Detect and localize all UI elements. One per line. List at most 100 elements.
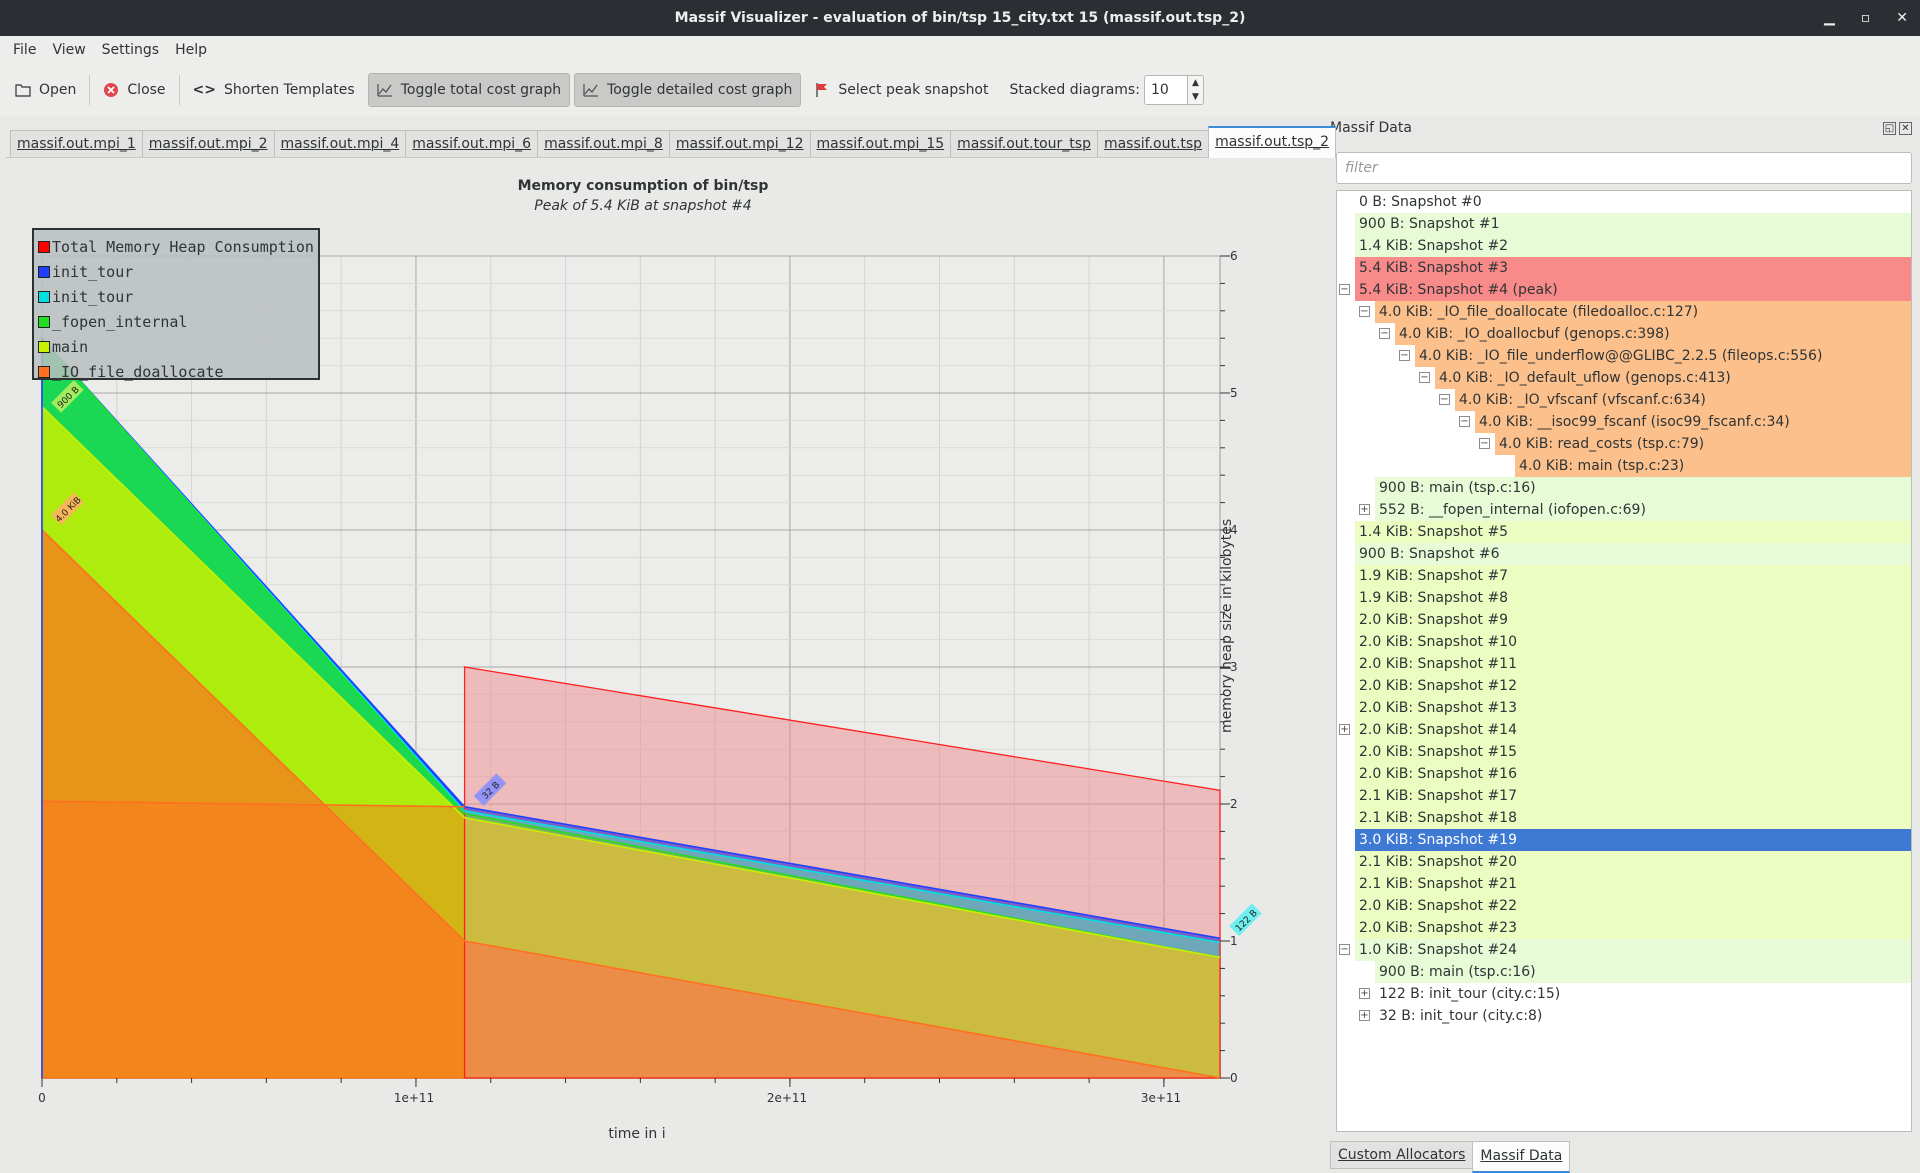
tree-row[interactable]: 2.0 KiB: Snapshot #23 [1337, 917, 1911, 939]
tree-row[interactable]: 4.0 KiB: main (tsp.c:23) [1337, 455, 1911, 477]
tree-row[interactable]: 0 B: Snapshot #0 [1337, 191, 1911, 213]
tree-row-label: 4.0 KiB: _IO_file_doallocate (filedoallo… [1375, 301, 1911, 323]
x-axis-label: time in i [608, 1126, 666, 1142]
tree-row[interactable]: +552 B: __fopen_internal (iofopen.c:69) [1337, 499, 1911, 521]
y-tick-label: 2 [1230, 797, 1238, 811]
snapshot-tree[interactable]: 0 B: Snapshot #0 900 B: Snapshot #1 1.4 Ki… [1336, 190, 1912, 1132]
close-window-icon[interactable]: ✕ [1896, 0, 1908, 36]
legend-label: init_tour [52, 262, 134, 281]
float-dock-icon[interactable]: ◱ [1883, 122, 1896, 135]
tree-row[interactable]: −4.0 KiB: _IO_file_underflow@@GLIBC_2.2.… [1337, 345, 1911, 367]
expand-icon[interactable]: + [1359, 504, 1370, 515]
tree-row[interactable]: 2.0 KiB: Snapshot #11 [1337, 653, 1911, 675]
tab-massif-out-mpi-4[interactable]: massif.out.mpi_4 [273, 130, 407, 158]
tab-massif-out-mpi-15[interactable]: massif.out.mpi_15 [809, 130, 952, 158]
tree-row[interactable]: −4.0 KiB: _IO_default_uflow (genops.c:41… [1337, 367, 1911, 389]
tree-row[interactable]: 1.4 KiB: Snapshot #2 [1337, 235, 1911, 257]
tree-row[interactable]: 2.0 KiB: Snapshot #22 [1337, 895, 1911, 917]
expand-icon[interactable]: + [1359, 988, 1370, 999]
tree-row[interactable]: −4.0 KiB: _IO_vfscanf (vfscanf.c:634) [1337, 389, 1911, 411]
tree-row[interactable]: 1.4 KiB: Snapshot #5 [1337, 521, 1911, 543]
tree-row[interactable]: 2.0 KiB: Snapshot #15 [1337, 741, 1911, 763]
tree-row[interactable]: −4.0 KiB: _IO_file_doallocate (filedoall… [1337, 301, 1911, 323]
tree-row-label: 2.1 KiB: Snapshot #21 [1355, 873, 1911, 895]
menu-view[interactable]: View [47, 39, 90, 61]
tree-row[interactable]: 2.1 KiB: Snapshot #21 [1337, 873, 1911, 895]
tree-row[interactable]: 2.0 KiB: Snapshot #13 [1337, 697, 1911, 719]
menu-settings[interactable]: Settings [97, 39, 164, 61]
tab-massif-out-tsp[interactable]: massif.out.tsp [1096, 130, 1210, 158]
open-button[interactable]: Open [6, 73, 85, 107]
tab-massif-out-mpi-8[interactable]: massif.out.mpi_8 [537, 130, 670, 158]
toolbar-separator [89, 75, 91, 105]
close-button[interactable]: Close [94, 73, 174, 107]
tree-row[interactable]: 2.1 KiB: Snapshot #18 [1337, 807, 1911, 829]
close-button-label: Close [127, 82, 166, 98]
tree-row[interactable]: 1.9 KiB: Snapshot #8 [1337, 587, 1911, 609]
tree-row[interactable]: 2.0 KiB: Snapshot #12 [1337, 675, 1911, 697]
shorten-templates-button[interactable]: <> Shorten Templates [184, 73, 364, 107]
collapse-icon[interactable]: − [1439, 394, 1450, 405]
collapse-icon[interactable]: − [1459, 416, 1470, 427]
tab-massif-out-mpi-1[interactable]: massif.out.mpi_1 [10, 130, 143, 158]
menu-help[interactable]: Help [170, 39, 212, 61]
spin-down-icon[interactable]: ▼ [1188, 90, 1203, 104]
legend-item: _fopen_internal [38, 309, 318, 334]
tree-row[interactable]: −4.0 KiB: read_costs (tsp.c:79) [1337, 433, 1911, 455]
maximize-icon[interactable]: ▫ [1861, 0, 1871, 36]
menu-file[interactable]: File [8, 39, 41, 61]
tree-row[interactable]: 900 B: Snapshot #6 [1337, 543, 1911, 565]
select-peak-button[interactable]: Select peak snapshot [805, 73, 997, 107]
tree-row[interactable]: 1.9 KiB: Snapshot #7 [1337, 565, 1911, 587]
massif-data-dock: Massif Data ◱ ✕ filter 0 B: Snapshot #0 9… [1324, 118, 1920, 1173]
collapse-icon[interactable]: − [1339, 944, 1350, 955]
tab-massif-out-mpi-2[interactable]: massif.out.mpi_2 [141, 130, 275, 158]
tree-row-label: 900 B: Snapshot #6 [1355, 543, 1911, 565]
tree-row[interactable]: 2.0 KiB: Snapshot #9 [1337, 609, 1911, 631]
tree-row[interactable]: +122 B: init_tour (city.c:15) [1337, 983, 1911, 1005]
tree-row[interactable]: 2.0 KiB: Snapshot #16 [1337, 763, 1911, 785]
tree-row[interactable]: −5.4 KiB: Snapshot #4 (peak) [1337, 279, 1911, 301]
expand-icon[interactable]: + [1339, 724, 1350, 735]
collapse-icon[interactable]: − [1479, 438, 1490, 449]
stacked-diagrams-input[interactable]: 10 [1143, 75, 1188, 105]
collapse-icon[interactable]: − [1359, 306, 1370, 317]
tree-row[interactable]: 2.0 KiB: Snapshot #10 [1337, 631, 1911, 653]
expand-icon[interactable]: + [1359, 1010, 1370, 1021]
tab-massif-out-mpi-12[interactable]: massif.out.mpi_12 [668, 130, 811, 158]
collapse-icon[interactable]: − [1419, 372, 1430, 383]
tree-row[interactable]: −4.0 KiB: _IO_doallocbuf (genops.c:398) [1337, 323, 1911, 345]
collapse-icon[interactable]: − [1399, 350, 1410, 361]
minimize-icon[interactable]: ▁ [1824, 0, 1835, 36]
tree-row-label: 1.9 KiB: Snapshot #7 [1355, 565, 1911, 587]
spin-up-icon[interactable]: ▲ [1188, 76, 1203, 90]
tree-row[interactable]: 900 B: main (tsp.c:16) [1337, 477, 1911, 499]
tree-row[interactable]: −4.0 KiB: __isoc99_fscanf (isoc99_fscanf… [1337, 411, 1911, 433]
tab-massif-out-tour-tsp[interactable]: massif.out.tour_tsp [950, 130, 1098, 158]
toggle-total-cost-button[interactable]: Toggle total cost graph [367, 73, 571, 107]
tree-row[interactable]: 2.1 KiB: Snapshot #20 [1337, 851, 1911, 873]
tree-row[interactable]: 5.4 KiB: Snapshot #3 [1337, 257, 1911, 279]
menu-bar: File View Settings Help [0, 36, 1920, 64]
tab-massif-out-mpi-6[interactable]: massif.out.mpi_6 [405, 130, 539, 158]
tree-row[interactable]: 2.1 KiB: Snapshot #17 [1337, 785, 1911, 807]
tree-row[interactable]: +2.0 KiB: Snapshot #14 [1337, 719, 1911, 741]
tab-massif-data[interactable]: Massif Data [1472, 1141, 1571, 1173]
collapse-icon[interactable]: − [1339, 284, 1350, 295]
close-dock-icon[interactable]: ✕ [1899, 122, 1912, 135]
filter-input[interactable]: filter [1336, 152, 1912, 184]
tab-custom-allocators[interactable]: Custom Allocators [1330, 1141, 1474, 1169]
tree-row-label: 5.4 KiB: Snapshot #4 (peak) [1355, 279, 1911, 301]
toggle-detailed-cost-button[interactable]: Toggle detailed cost graph [574, 73, 802, 107]
tree-row[interactable]: 3.0 KiB: Snapshot #19 [1337, 829, 1911, 851]
select-peak-label: Select peak snapshot [838, 82, 989, 98]
stacked-diagrams-spinbox[interactable]: 10 ▲ ▼ [1143, 75, 1204, 105]
tree-row[interactable]: 900 B: Snapshot #1 [1337, 213, 1911, 235]
tree-row[interactable]: −1.0 KiB: Snapshot #24 [1337, 939, 1911, 961]
x-tick-label: 0 [38, 1091, 46, 1105]
collapse-icon[interactable]: − [1379, 328, 1390, 339]
open-button-label: Open [39, 82, 77, 98]
tab-massif-out-tsp-2[interactable]: massif.out.tsp_2 [1208, 126, 1337, 158]
tree-row[interactable]: +32 B: init_tour (city.c:8) [1337, 1005, 1911, 1027]
tree-row[interactable]: 900 B: main (tsp.c:16) [1337, 961, 1911, 983]
